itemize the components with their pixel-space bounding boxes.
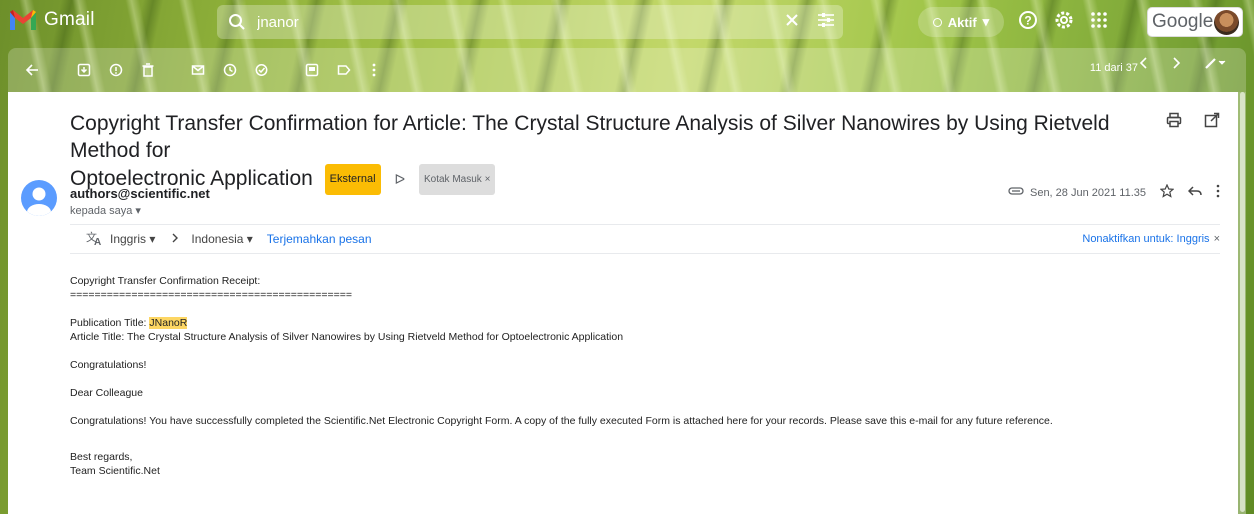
back-arrow-icon[interactable] (18, 56, 46, 84)
archive-icon[interactable] (70, 56, 98, 84)
open-new-window-icon[interactable] (1204, 112, 1220, 133)
gmail-logo[interactable]: Gmail (8, 8, 95, 32)
search-bar (217, 5, 843, 39)
pager-count: 11 dari 37 (1089, 62, 1138, 74)
sender-email[interactable]: authors@scientific.net (70, 186, 210, 201)
message-view: Copyright Transfer Confirmation for Arti… (8, 92, 1238, 514)
help-icon[interactable]: ? (1018, 10, 1038, 35)
star-icon[interactable] (1159, 183, 1175, 201)
translate-bar: 文A Inggris ▾ Indonesia ▾ Terjemahkan pes… (70, 224, 1220, 254)
inbox-label-chip[interactable]: Kotak Masuk × (418, 164, 496, 195)
target-language-select[interactable]: Indonesia ▾ (191, 232, 252, 246)
delete-trash-icon[interactable] (134, 56, 162, 84)
message-body: Copyright Transfer Confirmation Receipt:… (70, 274, 1053, 478)
message-date: Sen, 28 Jun 2021 11.35 (1029, 186, 1146, 199)
body-line: Best regards, (70, 451, 133, 463)
older-chevron-right-icon[interactable] (1170, 56, 1182, 75)
input-tools-pen-icon[interactable] (1204, 56, 1226, 75)
translate-icon: 文A (86, 230, 102, 248)
chevron-down-icon: ▾ (982, 14, 990, 29)
close-icon[interactable]: × (1214, 233, 1220, 245)
search-highlight: JNanoR (149, 317, 188, 329)
avatar[interactable] (1214, 10, 1239, 35)
translate-message-link[interactable]: Terjemahkan pesan (267, 232, 372, 246)
body-line: Dear Colleague (70, 387, 143, 399)
message-more-icon[interactable] (1216, 184, 1220, 201)
svg-text:?: ? (1024, 14, 1031, 28)
svg-text:A: A (94, 237, 101, 245)
body-divider: ========================================… (70, 289, 353, 301)
scrollbar-thumb[interactable] (1240, 92, 1245, 512)
message-subject: Copyright Transfer Confirmation for Arti… (70, 110, 1150, 195)
more-vert-icon[interactable] (360, 56, 388, 84)
body-paragraph: Congratulations! You have successfully c… (70, 415, 1053, 427)
label-icon[interactable] (330, 56, 358, 84)
status-toggle[interactable]: Aktif ▾ (918, 7, 1004, 37)
report-spam-icon[interactable] (102, 56, 130, 84)
sender-avatar[interactable] (21, 180, 57, 216)
newer-chevron-left-icon[interactable] (1138, 56, 1150, 75)
external-badge: Eksternal (324, 164, 381, 195)
mark-unread-icon[interactable] (184, 56, 212, 84)
apps-grid-icon[interactable] (1090, 11, 1108, 34)
recipient-details[interactable]: kepada saya ▾ (70, 204, 141, 217)
status-label: Aktif (947, 14, 977, 30)
article-title-line: Article Title: The Crystal Structure Ana… (70, 331, 624, 343)
publication-title-line: Publication Title: JNanoR (70, 317, 188, 329)
search-options-icon[interactable] (817, 12, 835, 33)
top-bar: Gmail Aktif ▾ ? Google (0, 0, 1254, 44)
reply-icon[interactable] (1187, 185, 1202, 200)
add-task-icon[interactable] (248, 56, 276, 84)
status-dot-icon (932, 17, 942, 27)
clear-search-icon[interactable] (785, 13, 799, 32)
disable-translate-link[interactable]: Nonaktifkan untuk: Inggris × (1082, 233, 1220, 245)
gmail-m-icon (8, 8, 38, 32)
print-icon[interactable] (1166, 112, 1182, 133)
body-line: Copyright Transfer Confirmation Receipt: (70, 275, 261, 287)
settings-gear-icon[interactable] (1054, 10, 1074, 35)
source-language-select[interactable]: Inggris ▾ (110, 232, 155, 246)
important-marker-icon[interactable]: ᐅ (394, 166, 405, 193)
app-name: Gmail (44, 9, 95, 30)
search-input[interactable] (257, 13, 727, 31)
attachment-icon (1008, 186, 1024, 199)
body-signature: Team Scientific.Net (70, 465, 160, 477)
search-icon[interactable] (217, 13, 257, 31)
body-line: Congratulations! (70, 359, 147, 371)
snooze-clock-icon[interactable] (216, 56, 244, 84)
account-button[interactable]: Google (1147, 7, 1243, 37)
chevron-right-icon (171, 232, 179, 246)
google-wordmark: Google (1152, 11, 1214, 32)
message-toolbar: 11 dari 37 (8, 48, 1246, 92)
subject-line-1: Copyright Transfer Confirmation for Arti… (70, 112, 1110, 162)
move-to-icon[interactable] (298, 56, 326, 84)
